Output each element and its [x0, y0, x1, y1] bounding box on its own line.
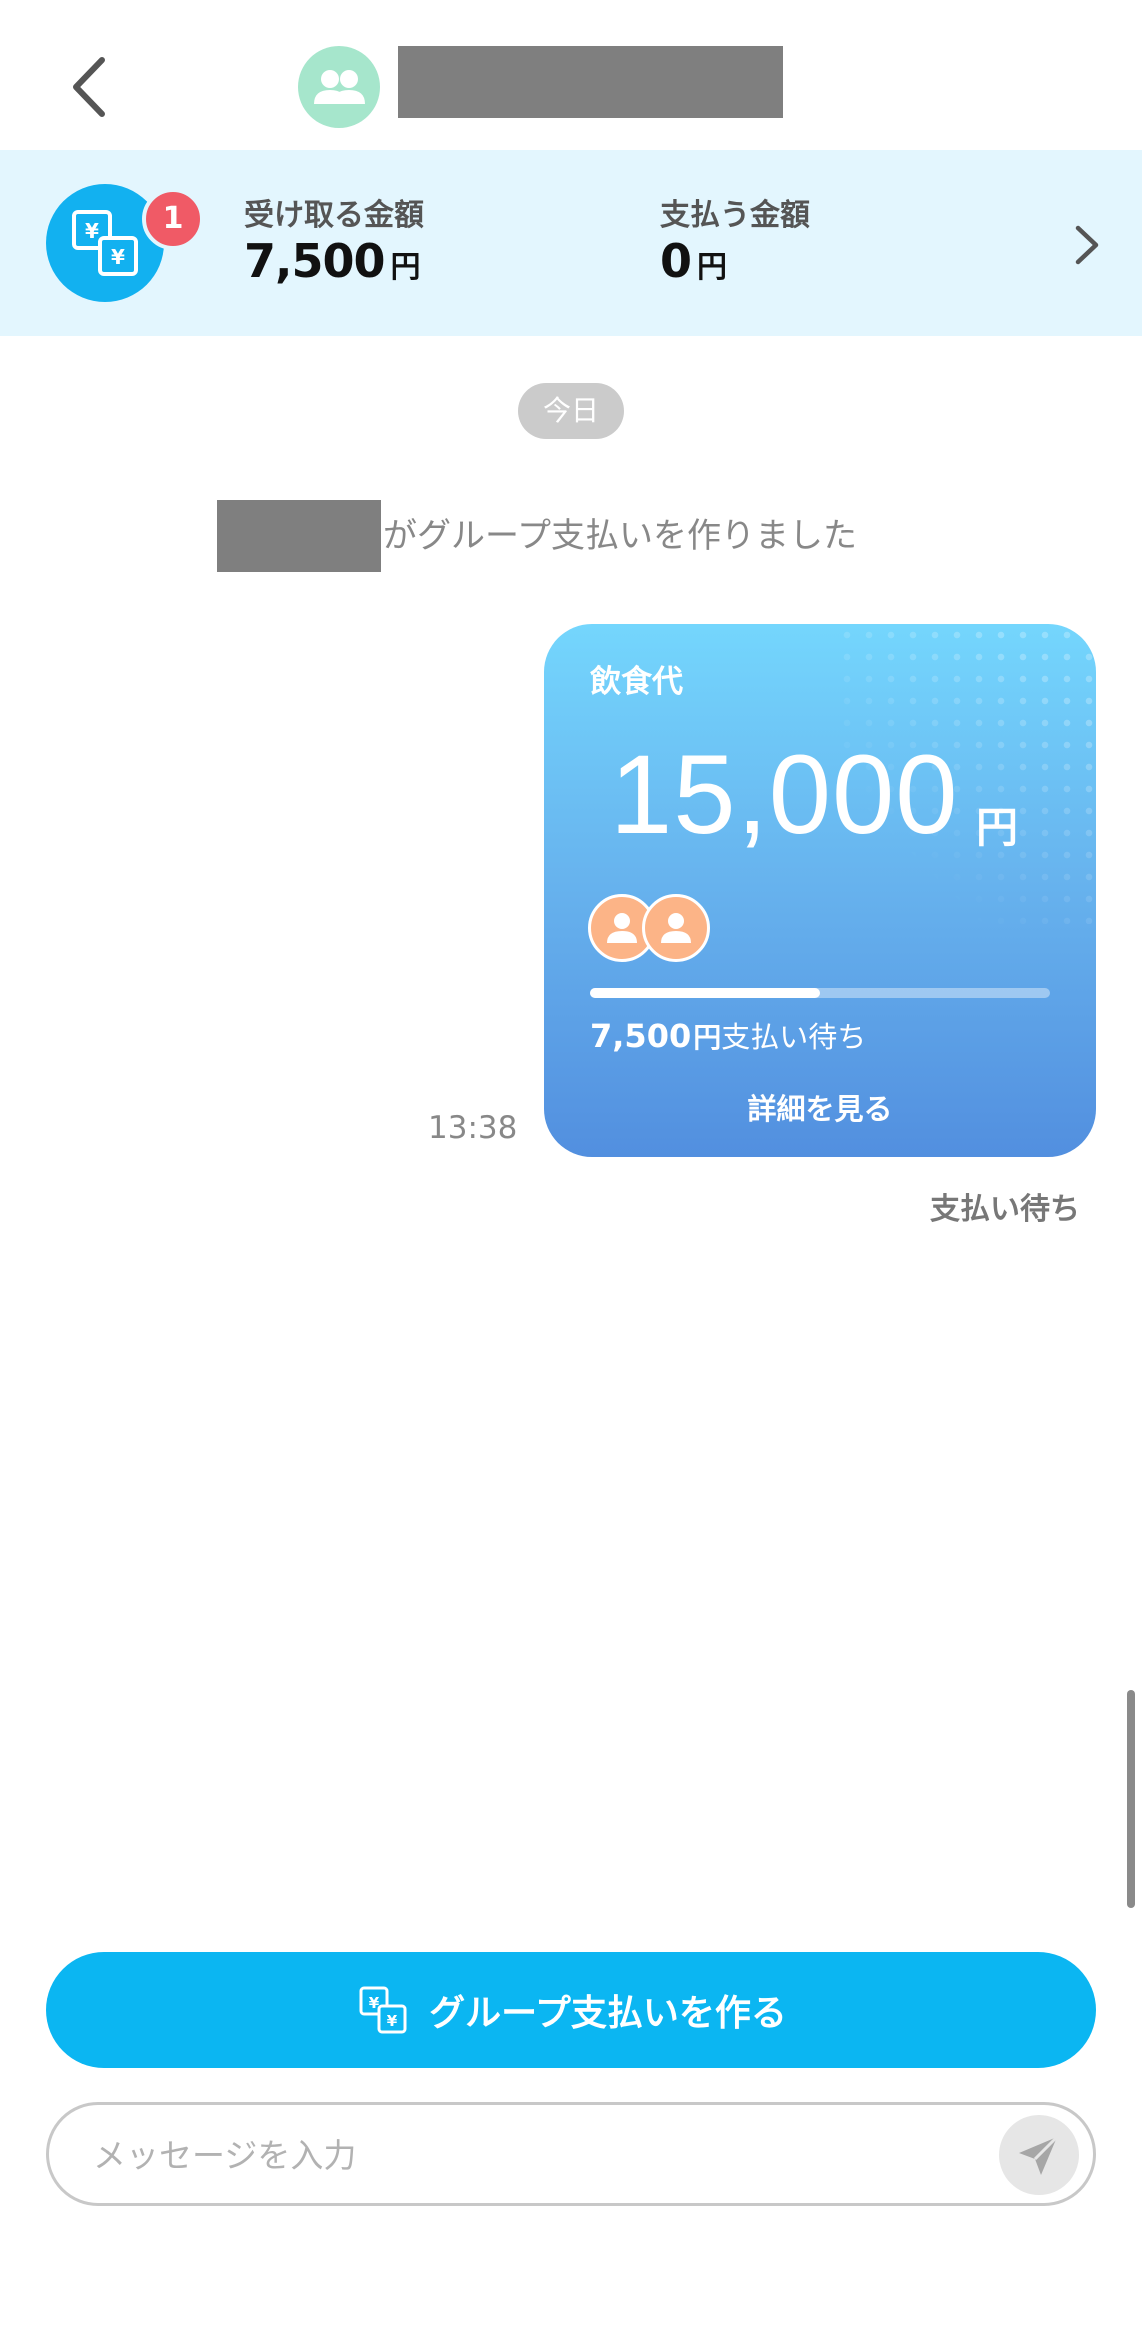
svg-text:¥: ¥ [387, 2012, 398, 2030]
person-icon [661, 913, 691, 943]
back-button[interactable] [60, 52, 120, 122]
message-time: 13:38 [428, 1110, 518, 1146]
pay-unit: 円 [697, 250, 728, 285]
create-group-payment-button[interactable]: ¥ ¥ グループ支払いを作る [46, 1952, 1096, 2068]
view-details-link[interactable]: 詳細を見る [544, 1086, 1096, 1128]
svg-text:¥: ¥ [85, 219, 99, 243]
message-composer [46, 2102, 1096, 2206]
scrollbar[interactable] [1127, 1690, 1135, 1908]
group-avatar[interactable] [298, 46, 380, 128]
receive-label: 受け取る金額 [244, 198, 424, 233]
svg-text:¥: ¥ [369, 1994, 380, 2012]
message-status: 支払い待ち [930, 1192, 1080, 1227]
chevron-left-icon [73, 57, 105, 117]
group-people-icon [314, 70, 365, 104]
payment-progress-bar [590, 988, 1050, 998]
receive-amount: 7,500 [244, 234, 386, 288]
group-name-redacted [398, 46, 783, 118]
yen-exchange-icon: ¥ ¥ [359, 1986, 407, 2034]
payment-progress-fill [590, 988, 820, 998]
pending-unit: 円 [693, 1021, 722, 1054]
pay-label: 支払う金額 [660, 198, 810, 233]
receive-unit: 円 [390, 250, 421, 285]
card-amount: 15,000 [610, 732, 959, 857]
svg-text:¥: ¥ [111, 245, 125, 269]
notification-badge: 1 [142, 188, 204, 250]
member-avatar [642, 894, 710, 962]
creator-name-redacted [217, 500, 381, 572]
pay-amount-group: 0円 [660, 234, 727, 288]
send-icon [1019, 2135, 1059, 2175]
message-input[interactable] [93, 2129, 993, 2181]
pending-status: 7,500円支払い待ち [590, 1014, 866, 1056]
system-message: がグループ支払いを作りました [383, 516, 857, 556]
group-payment-card[interactable]: 飲食代 15,000 円 7,500円支払い待ち 詳細を見る [544, 624, 1096, 1157]
summary-chevron-button[interactable] [1066, 220, 1106, 270]
receive-amount-group: 7,500 円 [244, 234, 421, 288]
card-unit: 円 [976, 803, 1019, 852]
create-button-label: グループ支払いを作る [429, 1992, 787, 2033]
chevron-right-icon [1075, 225, 1099, 265]
date-separator: 今日 [518, 383, 624, 439]
pay-amount: 0 [660, 234, 692, 288]
pending-label: 支払い待ち [721, 1020, 867, 1054]
send-button[interactable] [999, 2115, 1079, 2195]
card-title: 飲食代 [590, 664, 683, 700]
pending-amount: 7,500 [590, 1017, 692, 1055]
